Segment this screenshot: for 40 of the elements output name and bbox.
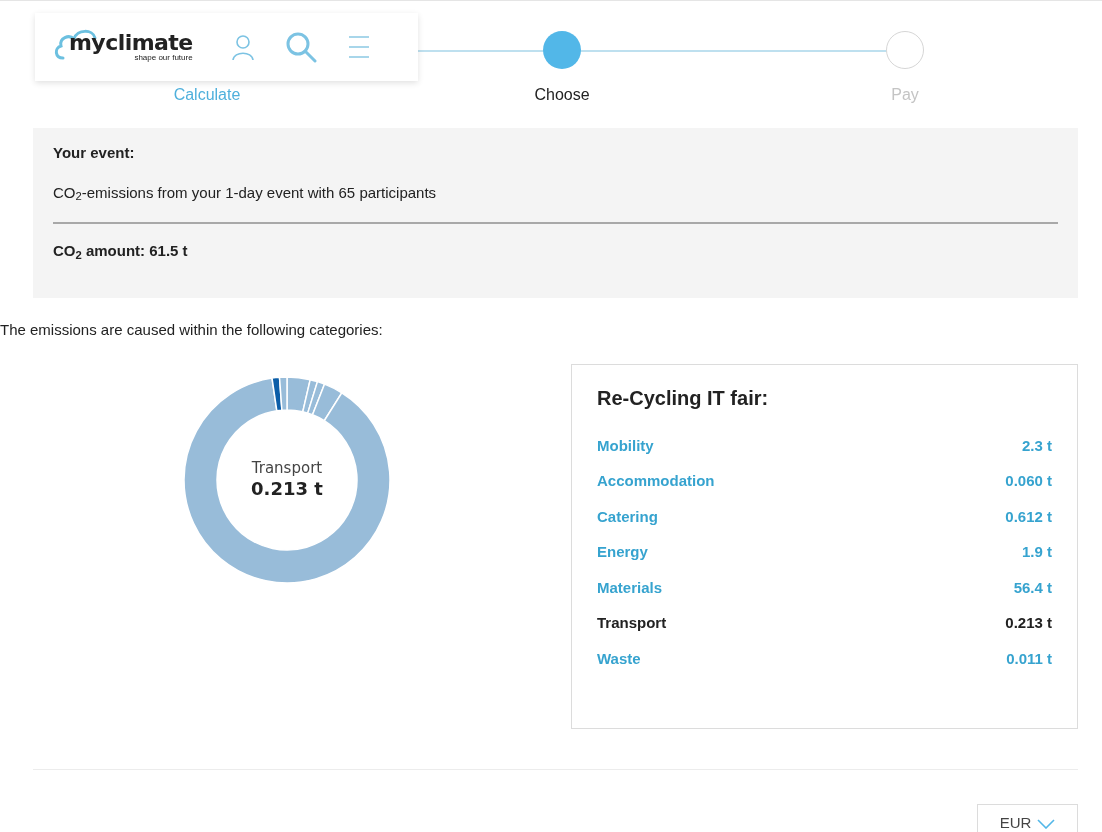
- step-label[interactable]: Choose: [534, 87, 590, 103]
- category-label: Transport: [597, 613, 667, 633]
- logo-tagline: shape our future: [134, 54, 193, 62]
- category-value: 0.213 t: [1005, 613, 1052, 633]
- menu-icon[interactable]: [346, 34, 371, 60]
- category-row[interactable]: Transport 0.213 t: [597, 612, 1052, 648]
- category-label: Energy: [597, 542, 648, 562]
- category-row[interactable]: Energy 1.9 t: [597, 541, 1052, 577]
- category-row[interactable]: Materials 56.4 t: [597, 576, 1052, 612]
- category-value: 56.4 t: [1013, 577, 1052, 598]
- event-title: Your event:: [53, 143, 136, 163]
- step-label[interactable]: Calculate: [173, 87, 241, 103]
- category-row[interactable]: Accommodation 0.060 t: [597, 470, 1052, 506]
- category-label: Accommodation: [597, 471, 715, 491]
- category-row[interactable]: Catering 0.612 t: [597, 505, 1052, 541]
- category-label: Mobility: [597, 435, 654, 456]
- category-label: Catering: [597, 506, 658, 527]
- category-value: 1.9 t: [1022, 542, 1052, 562]
- category-value: 2.3 t: [1022, 435, 1052, 456]
- currency-select[interactable]: EUR: [977, 803, 1078, 832]
- event-description: CO$_{2}$-emissions from your 1-day event with 65 participants: [53, 182, 438, 204]
- co2-amount: CO$_{2}$ amount: 61.5 t: [53, 241, 189, 263]
- category-value: 0.011 t: [1006, 648, 1052, 669]
- donut-center-label: Transport: [251, 458, 323, 478]
- step-label[interactable]: Pay: [891, 87, 919, 103]
- logo[interactable]: myclimate shape our future: [53, 32, 193, 62]
- logo-wordmark: myclimate: [68, 32, 193, 54]
- category-row[interactable]: Waste 0.011 t: [597, 647, 1052, 683]
- donut-segment[interactable]: [278, 375, 288, 411]
- categories-intro: The emissions are caused within the following categories:: [0, 320, 384, 340]
- chevron-down-icon: [1037, 818, 1056, 829]
- search-icon[interactable]: [284, 31, 317, 63]
- category-label: Materials: [597, 577, 663, 598]
- donut-center-value: 0.213 t: [251, 477, 323, 501]
- category-label: Waste: [597, 648, 641, 669]
- category-value: 0.612 t: [1005, 506, 1052, 527]
- category-value: 0.060 t: [1005, 471, 1052, 491]
- user-icon[interactable]: [230, 33, 255, 61]
- category-row[interactable]: Mobility 2.3 t: [597, 434, 1052, 470]
- card-title: Re-Cycling IT fair:: [597, 385, 770, 411]
